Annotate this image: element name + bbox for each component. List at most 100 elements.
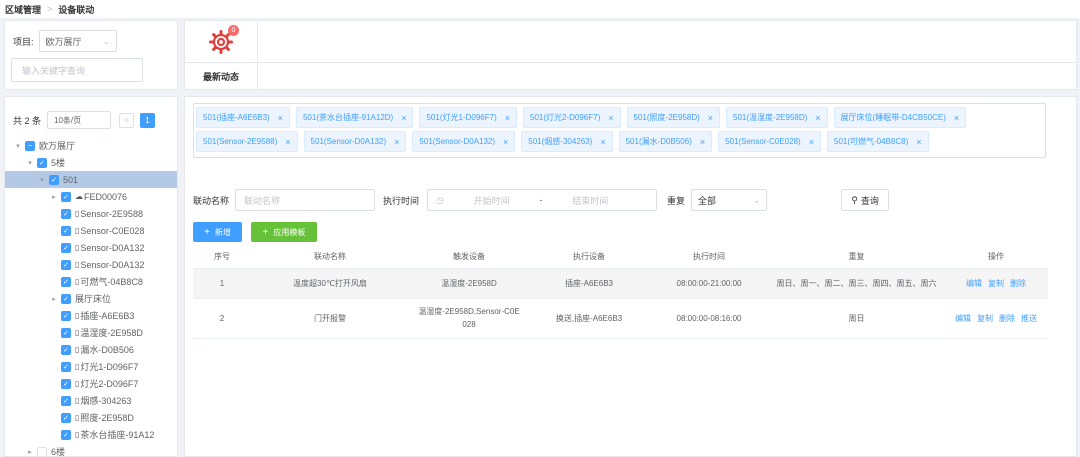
close-icon[interactable]: × xyxy=(809,137,814,147)
apply-template-button[interactable]: + 应用模板 xyxy=(251,222,317,242)
tree-node[interactable]: ✓ ▯ 漏水-D0B506 xyxy=(5,341,177,358)
project-select[interactable]: 欧万展厅 ⌄ xyxy=(38,30,117,52)
copy-link[interactable]: 复制 xyxy=(977,314,993,323)
breadcrumb-root[interactable]: 区域管理 xyxy=(5,3,41,16)
query-button[interactable]: ⚲ 查询 xyxy=(841,189,890,211)
tree-checkbox[interactable]: ✓ xyxy=(61,191,71,202)
cloud-icon: ☁ xyxy=(75,192,83,201)
tree-checkbox[interactable]: ✓ xyxy=(61,395,71,406)
tree-node[interactable]: ✓ ▯ Sensor-C0E028 xyxy=(5,222,177,239)
device-icon: ▯ xyxy=(75,413,80,422)
tree-node-label: 茶水台插座-91A12 xyxy=(80,430,155,440)
tree-node[interactable]: ✓ ▯ 可燃气-04B8C8 xyxy=(5,273,177,290)
tree-checkbox[interactable]: ✓ xyxy=(61,310,71,321)
tree-checkbox[interactable]: ✓ xyxy=(61,259,71,270)
linkage-icon-cell[interactable]: 0 xyxy=(185,21,258,63)
tree-node-label: 灯光2-D096F7 xyxy=(80,379,139,389)
time-range-picker[interactable]: ◷ 开始时间 - 结束时间 xyxy=(427,189,658,211)
prev-page-button[interactable]: < xyxy=(119,112,135,128)
tree-node[interactable]: ✓ ▯ Sensor-D0A132 xyxy=(5,239,177,256)
tree-node[interactable]: ▾ ✓ 5楼 xyxy=(5,154,177,171)
edit-link[interactable]: 编辑 xyxy=(955,314,971,323)
tree-node[interactable]: ✓ ▯ 灯光2-D096F7 xyxy=(5,375,177,392)
tree-node[interactable]: ▾ ✓ 501 xyxy=(5,171,177,188)
tree-node[interactable]: ✓ ▯ 插座-A6E6B3 xyxy=(5,307,177,324)
close-icon[interactable]: × xyxy=(505,113,510,123)
delete-link[interactable]: 删除 xyxy=(999,314,1015,323)
caret-right-icon[interactable]: ▸ xyxy=(25,448,35,456)
tree-checkbox[interactable]: ✓ xyxy=(61,378,71,389)
tree-node[interactable]: ▸ ✓ 展厅床位 xyxy=(5,290,177,307)
close-icon[interactable]: × xyxy=(954,113,959,123)
caret-right-icon[interactable]: ▸ xyxy=(49,295,59,303)
close-icon[interactable]: × xyxy=(394,137,399,147)
close-icon[interactable]: × xyxy=(708,113,713,123)
tree-node[interactable]: ✓ ▯ 烟感-304263 xyxy=(5,392,177,409)
tree-checkbox[interactable]: – xyxy=(25,140,35,151)
device-tag: 501(插座-A6E6B3) × xyxy=(196,107,290,128)
add-button[interactable]: + 新增 xyxy=(193,222,242,242)
selected-devices-box[interactable]: 501(插座-A6E6B3) × 501(茶水台插座-91A12D) × 501(灯光1… xyxy=(193,103,1046,158)
dynamics-panel: 0 最新动态 xyxy=(184,20,1077,90)
tree-node-label: 灯光1-D096F7 xyxy=(80,362,139,372)
tree-checkbox[interactable]: ✓ xyxy=(61,429,71,440)
tree-checkbox[interactable]: ✓ xyxy=(61,293,71,304)
tree-node[interactable]: ▸ 6楼 xyxy=(5,443,177,456)
tree-checkbox[interactable] xyxy=(37,446,47,456)
tree-node[interactable]: ✓ ▯ 温湿度-2E958D xyxy=(5,324,177,341)
name-filter-input[interactable]: 联动名称 xyxy=(235,189,376,211)
close-icon[interactable]: × xyxy=(285,137,290,147)
close-icon[interactable]: × xyxy=(600,137,605,147)
tree-checkbox[interactable]: ✓ xyxy=(61,344,71,355)
caret-right-icon[interactable]: ▸ xyxy=(49,193,59,201)
close-icon[interactable]: × xyxy=(401,113,406,123)
push-link[interactable]: 推送 xyxy=(1021,314,1037,323)
caret-down-icon[interactable]: ▾ xyxy=(37,176,47,184)
tree-node[interactable]: ✓ ▯ 灯光1-D096F7 xyxy=(5,358,177,375)
page-size-select[interactable]: 10条/页 xyxy=(47,111,112,129)
tree-checkbox[interactable]: ✓ xyxy=(61,225,71,236)
tree-checkbox[interactable]: ✓ xyxy=(49,174,59,185)
breadcrumb-current: 设备联动 xyxy=(58,4,95,15)
caret-down-icon[interactable]: ▾ xyxy=(13,142,23,150)
copy-link[interactable]: 复制 xyxy=(988,279,1004,288)
gear-icon: 0 xyxy=(208,24,239,55)
close-icon[interactable]: × xyxy=(278,113,283,123)
project-select-value: 欧万展厅 xyxy=(45,36,82,47)
page-number-button[interactable]: 1 xyxy=(140,112,156,128)
tree-checkbox[interactable]: ✓ xyxy=(37,157,47,168)
tree-checkbox[interactable]: ✓ xyxy=(61,242,71,253)
edit-link[interactable]: 编辑 xyxy=(966,279,982,288)
table-row[interactable]: 2 门开报警 温湿度-2E958D,Sensor-C0E 028 换送,插座-A… xyxy=(193,298,1048,339)
tree-node[interactable]: ✓ ▯ Sensor-D0A132 xyxy=(5,256,177,273)
tree-node[interactable]: ▾ – 欧万展厅 xyxy=(5,137,177,154)
device-icon: ▯ xyxy=(75,260,80,269)
tree-node[interactable]: ✓ ▯ Sensor-2E9588 xyxy=(5,205,177,222)
tree-checkbox[interactable]: ✓ xyxy=(61,276,71,287)
caret-down-icon[interactable]: ▾ xyxy=(25,159,35,167)
column-header: 操作 xyxy=(944,245,1048,269)
tree-node[interactable]: ✓ ▯ 茶水台插座-91A12 xyxy=(5,426,177,443)
project-search-input[interactable]: 输入关键字查询 xyxy=(11,58,143,82)
close-icon[interactable]: × xyxy=(700,137,705,147)
tree-checkbox[interactable]: ✓ xyxy=(61,361,71,372)
tree-node[interactable]: ✓ ▯ 照度-2E958D xyxy=(5,409,177,426)
tree-node-label: Sensor-2E9588 xyxy=(80,208,143,219)
close-icon[interactable]: × xyxy=(608,113,613,123)
repeat-select[interactable]: 全部 ⌄ xyxy=(691,189,768,211)
close-icon[interactable]: × xyxy=(916,137,921,147)
device-tag: 501(Sensor-C0E028) × xyxy=(718,131,821,152)
time-filter-label: 执行时间 xyxy=(383,195,420,206)
table-row[interactable]: 1 温度超30℃打开风扇 温湿度-2E958D 插座-A6E6B3 08:00:… xyxy=(193,268,1048,299)
tree-checkbox[interactable]: ✓ xyxy=(61,412,71,423)
device-tag-label: 501(烟感-304263) xyxy=(528,137,593,146)
delete-link[interactable]: 删除 xyxy=(1010,279,1026,288)
tree-checkbox[interactable]: ✓ xyxy=(61,208,71,219)
close-icon[interactable]: × xyxy=(503,137,508,147)
tree-checkbox[interactable]: ✓ xyxy=(61,327,71,338)
device-icon: ▯ xyxy=(75,243,80,252)
close-icon[interactable]: × xyxy=(815,113,820,123)
tree-node[interactable]: ▸ ✓ ☁ FED00076 xyxy=(5,188,177,205)
device-icon: ▯ xyxy=(75,311,80,320)
device-tag-label: 501(茶水台插座-91A12D) xyxy=(302,113,394,122)
